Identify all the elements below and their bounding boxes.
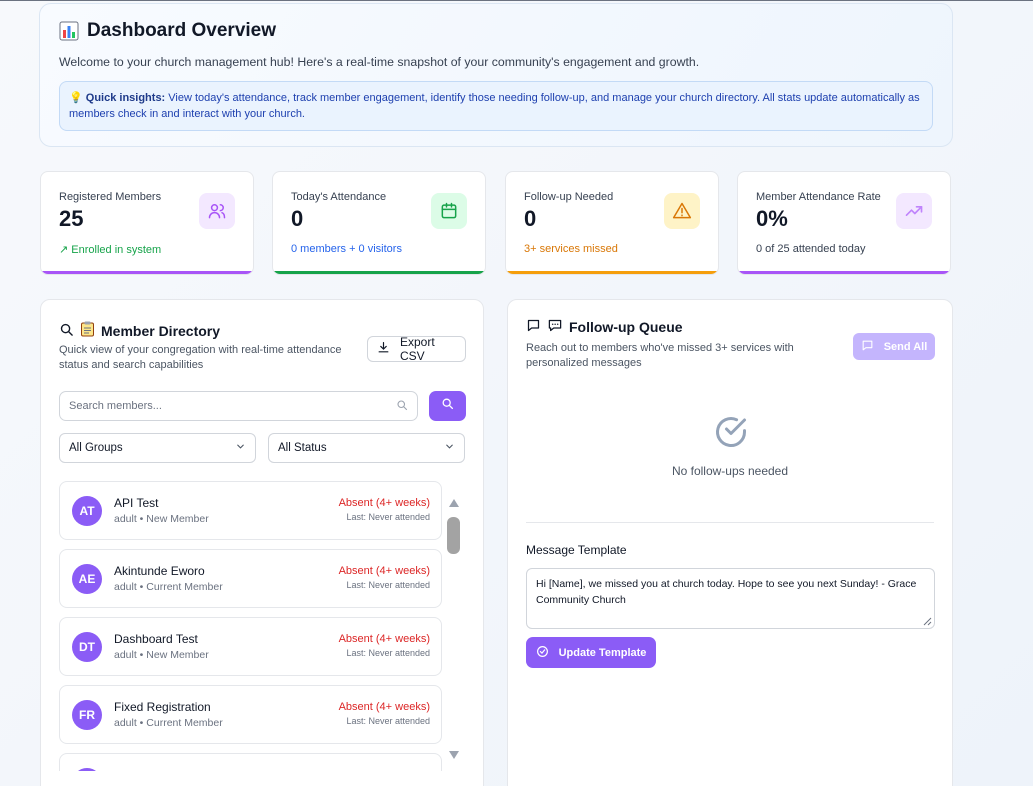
search-input[interactable]: Search members... [59,391,418,421]
status-badge: Absent (4+ weeks) [338,701,430,713]
search-button[interactable] [429,391,466,421]
page-title: Dashboard Overview [87,20,277,41]
message-icon [526,318,541,336]
member-name: API Test [114,496,159,510]
lightbulb-icon: 💡 [69,92,83,104]
member-directory-panel: Member Directory Quick view of your cong… [40,299,484,786]
resize-handle-icon[interactable] [923,617,932,626]
member-meta: adult • Current Member [114,717,223,729]
warning-icon [664,193,700,229]
accent-bar [273,271,485,274]
calendar-icon [431,193,467,229]
quick-insights-box: 💡 Quick insights: View today's attendanc… [59,81,933,131]
chat-icon [547,318,563,336]
stat-foot: 3+ services missed [524,243,618,255]
chevron-down-icon [235,441,246,455]
followup-heading: Follow-up Queue [526,318,683,336]
bar-chart-icon [59,21,79,41]
scrollbar-thumb[interactable] [447,517,460,554]
stat-foot: ↗ Enrolled in system [59,244,162,256]
export-csv-button[interactable]: Export CSV [367,335,466,363]
last-attended: Last: Never attended [346,648,430,658]
stat-card-registered-members: Registered Members 25 ↗ Enrolled in syst… [40,171,254,275]
accent-bar [41,271,253,274]
member-row[interactable]: AT API Test adult • New Member Absent (4… [59,481,442,540]
member-name: Dashboard Test [114,632,198,646]
status-filter-select[interactable]: All Status [268,433,465,463]
member-meta: adult • New Member [114,513,209,525]
member-meta: adult • New Member [114,649,209,661]
insights-label: Quick insights: [85,92,166,104]
trending-up-icon [896,193,932,229]
search-field-icon [396,399,408,414]
group-filter-select[interactable]: All Groups [59,433,256,463]
member-name: Fixed Registration [114,700,211,714]
member-row[interactable]: FR Fixed Registration adult • Current Me… [59,685,442,744]
trend-arrow-icon: ↗ [59,244,69,256]
member-row[interactable]: AE Akintunde Eworo adult • Current Membe… [59,549,442,608]
status-badge: Absent (4+ weeks) [338,633,430,645]
accent-bar [506,271,718,274]
scroll-down-arrow[interactable] [448,747,460,759]
search-icon [441,397,454,415]
directory-heading: Member Directory [59,321,220,340]
avatar: AT [72,496,102,526]
status-badge: Absent (4+ weeks) [338,565,430,577]
stat-card-todays-attendance: Today's Attendance 0 0 members + 0 visit… [272,171,486,275]
avatar [72,768,102,771]
message-icon [861,339,874,355]
check-circle-icon [713,414,749,455]
message-template-textarea[interactable]: Hi [Name], we missed you at church today… [526,568,935,629]
member-name: Akintunde Eworo [114,564,205,578]
followup-title: Follow-up Queue [569,319,683,335]
follow-up-queue-panel: Follow-up Queue Reach out to members who… [507,299,953,786]
member-meta: adult • Current Member [114,581,223,593]
member-row-partial[interactable] [59,753,442,771]
member-list[interactable]: AT API Test adult • New Member Absent (4… [59,481,443,771]
overview-heading: Dashboard Overview [59,20,933,42]
stat-foot: 0 of 25 attended today [756,243,866,255]
accent-bar [738,271,950,274]
update-template-button[interactable]: Update Template [526,637,656,668]
download-icon [377,341,390,357]
scroll-up-arrow[interactable] [448,495,460,507]
chevron-down-icon [444,441,455,455]
divider [526,522,934,523]
status-badge: Absent (4+ weeks) [338,497,430,509]
clipboard-icon [80,321,95,340]
avatar: AE [72,564,102,594]
overview-subtitle: Welcome to your church management hub! H… [59,55,700,69]
dashboard-overview-card: Dashboard Overview Welcome to your churc… [39,3,953,147]
search-icon [59,322,74,340]
avatar: DT [72,632,102,662]
avatar: FR [72,700,102,730]
followup-subtitle: Reach out to members who've missed 3+ se… [526,342,794,369]
directory-subtitle: Quick view of your congregation with rea… [59,344,342,371]
stat-card-member-attendance-rate: Member Attendance Rate 0% 0 of 25 attend… [737,171,951,275]
users-icon [199,193,235,229]
send-all-button[interactable]: Send All [853,333,935,360]
search-placeholder: Search members... [69,400,162,412]
stat-card-follow-up-needed: Follow-up Needed 0 3+ services missed [505,171,719,275]
empty-state-text: No follow-ups needed [671,464,789,478]
template-label: Message Template [526,543,627,557]
stat-foot: 0 members + 0 visitors [291,243,402,255]
member-row[interactable]: DT Dashboard Test adult • New Member Abs… [59,617,442,676]
check-circle-icon [536,645,549,661]
directory-title: Member Directory [101,322,221,339]
last-attended: Last: Never attended [346,512,430,522]
last-attended: Last: Never attended [346,716,430,726]
last-attended: Last: Never attended [346,580,430,590]
insights-text: View today's attendance, track member en… [69,92,920,120]
